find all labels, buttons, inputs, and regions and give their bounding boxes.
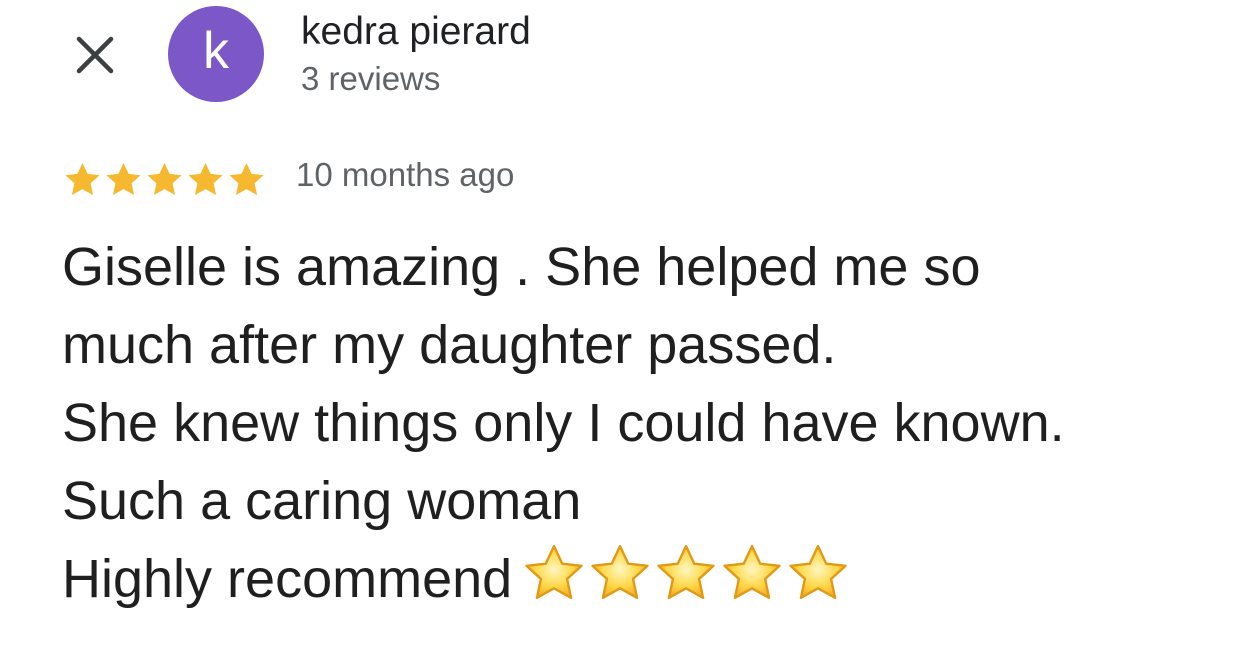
review-count[interactable]: 3 reviews <box>301 60 440 98</box>
star-icon <box>65 162 100 196</box>
star-rating <box>62 160 267 196</box>
review-line: Giselle is amazing . She helped me so <box>62 237 981 297</box>
review-line: Highly recommend <box>62 540 1242 618</box>
review-line: Such a caring woman <box>62 471 582 531</box>
avatar[interactable]: k <box>168 6 264 102</box>
star-emoji-icon <box>657 544 715 600</box>
close-button[interactable] <box>70 30 120 80</box>
close-icon <box>76 36 114 74</box>
star-icon <box>188 162 223 196</box>
review-date: 10 months ago <box>296 156 515 193</box>
emoji-stars <box>522 541 850 603</box>
star-icon <box>106 162 141 196</box>
review-line-text: Highly recommend <box>62 549 513 609</box>
review-line: She knew things only I could have known. <box>62 393 1065 453</box>
review-line: much after my daughter passed. <box>62 315 837 375</box>
star-icon <box>147 162 182 196</box>
star-emoji-icon <box>591 544 649 600</box>
reviewer-name[interactable]: kedra pierard <box>301 10 531 54</box>
star-emoji-icon <box>723 544 781 600</box>
star-emoji-icon <box>525 544 583 600</box>
review-text: Giselle is amazing . She helped me so mu… <box>62 228 1242 618</box>
star-emoji-icon <box>789 544 847 600</box>
star-icon <box>229 162 264 196</box>
